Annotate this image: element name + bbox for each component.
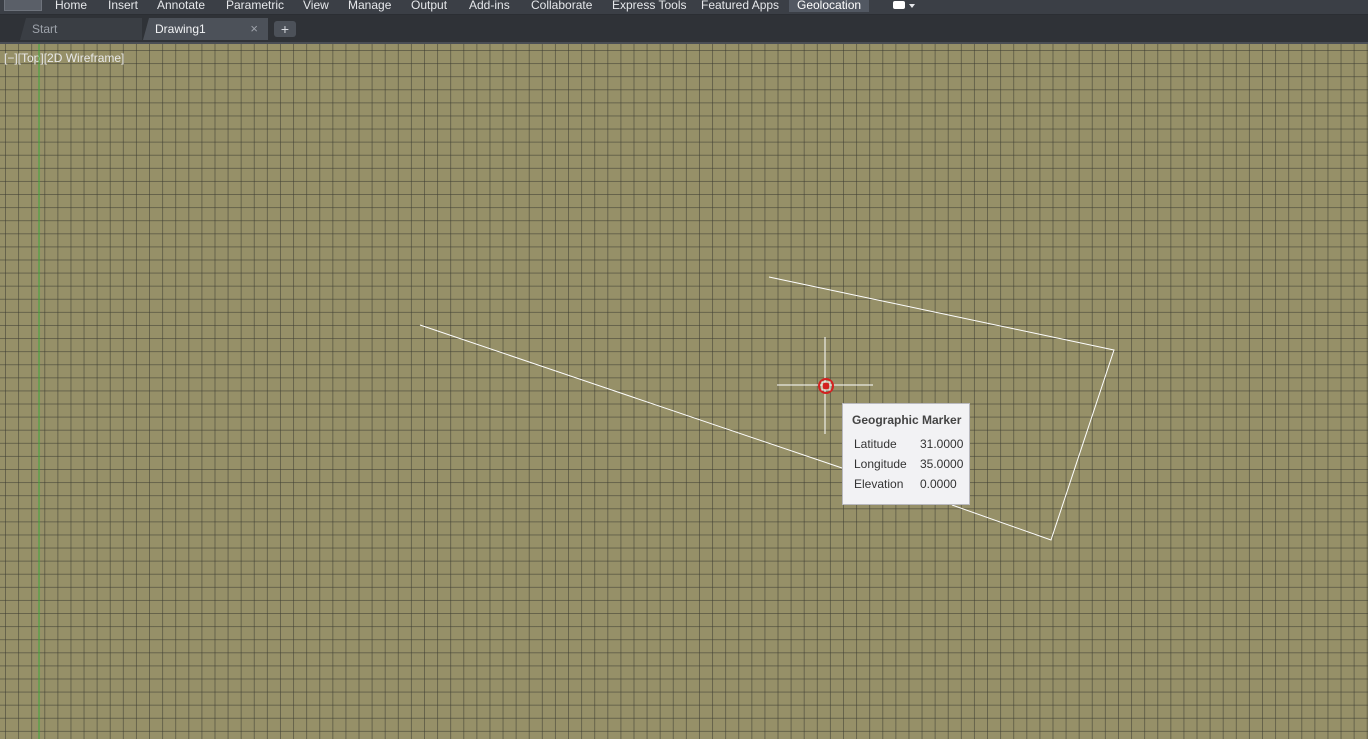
ribbon-tab-insert[interactable]: Insert [108, 0, 138, 12]
tab-drawing1-label: Drawing1 [155, 22, 206, 36]
latitude-label: Latitude [854, 437, 897, 451]
latitude-value: 31.0000 [920, 437, 964, 451]
ribbon-tab-manage[interactable]: Manage [348, 0, 391, 12]
drawing-viewport[interactable]: [−][Top][2D Wireframe] Geographic Marker… [0, 44, 1368, 739]
drawing-canvas [38, 44, 1115, 739]
ribbon-tab-geolocation[interactable]: Geolocation [789, 0, 870, 12]
caret-down-icon [909, 4, 915, 8]
ribbon-display-icon [893, 1, 905, 9]
tab-start-label: Start [32, 22, 58, 36]
tab-start[interactable]: Start [20, 18, 142, 40]
ribbon-tab-collaborate[interactable]: Collaborate [531, 0, 592, 12]
geographic-marker-icon[interactable] [818, 378, 834, 394]
ribbon-tab-express-tools[interactable]: Express Tools [612, 0, 686, 12]
elevation-label: Elevation [854, 477, 904, 491]
tooltip-title: Geographic Marker [852, 413, 962, 427]
close-icon[interactable]: × [250, 18, 258, 40]
elevation-value: 0.0000 [920, 477, 957, 491]
polyline-segment-left[interactable] [419, 324, 843, 469]
ribbon-tab-annotate[interactable]: Annotate [157, 0, 205, 12]
application-menu-button[interactable] [4, 0, 42, 11]
longitude-label: Longitude [854, 457, 907, 471]
ribbon-tab-home[interactable]: Home [55, 0, 87, 12]
tab-drawing1[interactable]: Drawing1 × [143, 18, 268, 40]
ribbon-tab-bar: Home Insert Annotate Parametric View Man… [0, 0, 1368, 15]
ribbon-display-toggle[interactable] [893, 1, 917, 11]
ribbon-tab-featured-apps[interactable]: Featured Apps [701, 0, 779, 12]
new-tab-button[interactable]: + [274, 21, 296, 37]
longitude-value: 35.0000 [920, 457, 964, 471]
ribbon-tab-output[interactable]: Output [411, 0, 447, 12]
ribbon-tab-parametric[interactable]: Parametric [226, 0, 284, 12]
geographic-marker-tooltip: Geographic Marker Latitude 31.0000 Longi… [842, 403, 970, 505]
file-tab-bar: Start Drawing1 × + [0, 15, 1368, 44]
ribbon-tab-view[interactable]: View [303, 0, 329, 12]
ribbon-tab-add-ins[interactable]: Add-ins [469, 0, 510, 12]
